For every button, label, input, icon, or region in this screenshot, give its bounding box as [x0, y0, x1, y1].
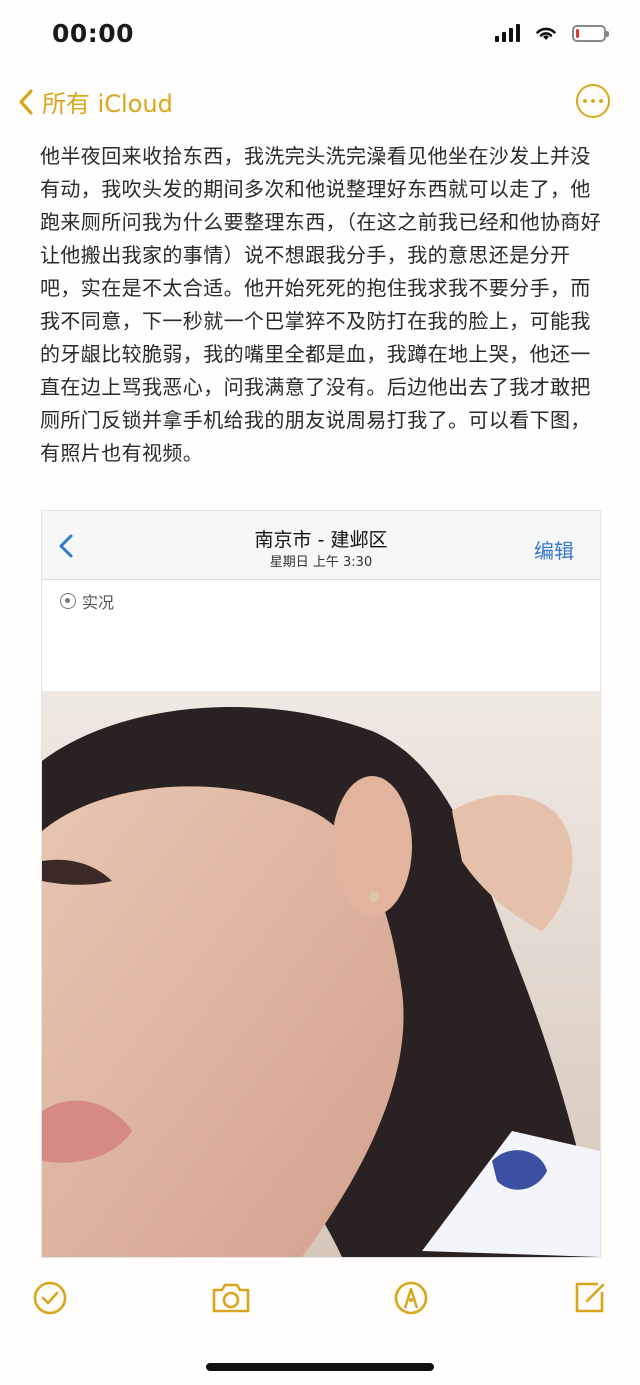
face-photo	[42, 691, 600, 1257]
photo-header: 南京市 - 建邺区 星期日 上午 3:30 编辑	[42, 511, 600, 580]
battery-level	[576, 28, 579, 38]
nav-bar: 所有 iCloud	[0, 78, 640, 128]
status-icons	[495, 24, 609, 42]
face-photo-illustration	[42, 691, 600, 1257]
bottom-toolbar	[0, 1270, 640, 1330]
battery-icon	[572, 24, 609, 42]
wifi-icon	[536, 27, 556, 40]
back-label: 所有 iCloud	[42, 90, 173, 118]
checklist-icon[interactable]	[32, 1280, 68, 1316]
photo-location: 南京市 - 建邺区	[254, 529, 388, 551]
markup-icon[interactable]	[393, 1280, 429, 1316]
live-label: 实况	[82, 593, 115, 612]
embedded-photo[interactable]: 南京市 - 建邺区 星期日 上午 3:30 编辑 实况	[41, 510, 601, 1258]
photo-datetime: 星期日 上午 3:30	[269, 555, 373, 570]
cellular-signal-icon	[495, 24, 520, 42]
compose-icon[interactable]	[572, 1280, 608, 1316]
clock: 00:00	[52, 19, 135, 48]
photo-edit-label: 编辑	[534, 539, 574, 563]
chevron-left-icon	[19, 88, 33, 115]
live-badge: 实况	[60, 589, 114, 613]
home-indicator[interactable]	[206, 1363, 434, 1371]
camera-icon[interactable]	[210, 1280, 252, 1316]
ellipsis-circle-icon[interactable]	[576, 84, 610, 118]
status-bar: 00:00	[0, 0, 640, 70]
back-button[interactable]: 所有 iCloud	[18, 84, 173, 119]
note-body[interactable]: 他半夜回来收拾东西，我洗完头洗完澡看见他坐在沙发上并没有动，我吹头发的期间多次和…	[40, 140, 605, 470]
live-photo-icon	[60, 593, 76, 609]
